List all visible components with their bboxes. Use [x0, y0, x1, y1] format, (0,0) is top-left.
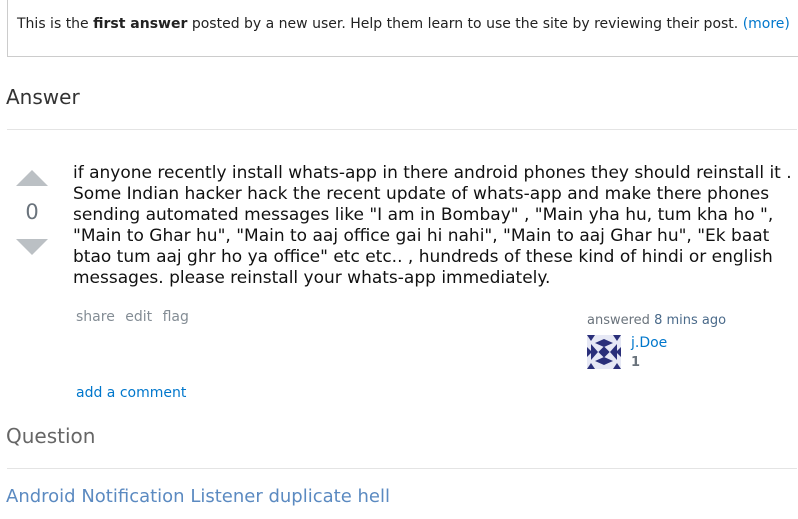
- more-link[interactable]: (more): [743, 16, 790, 32]
- add-comment-link[interactable]: add a comment: [76, 385, 186, 401]
- downvote-arrow-icon: [16, 239, 48, 255]
- notice-emphasis: first answer: [93, 16, 188, 32]
- notice-suffix: posted by a new user. Help them learn to…: [187, 16, 743, 32]
- review-notice: This is the first answer posted by a new…: [7, 0, 798, 57]
- user-name-link[interactable]: j.Doe: [631, 335, 667, 351]
- action-time[interactable]: 8 mins ago: [654, 313, 726, 328]
- vote-count: 0: [25, 200, 39, 224]
- answer-body: if anyone recently install whats-app in …: [73, 163, 792, 288]
- upvote-arrow-icon: [16, 170, 48, 186]
- question-title-link[interactable]: Android Notification Listener duplicate …: [6, 486, 390, 507]
- divider: [7, 129, 797, 130]
- share-link[interactable]: share: [76, 309, 115, 325]
- flag-link[interactable]: flag: [163, 309, 189, 325]
- identicon-avatar-icon: [587, 335, 621, 369]
- user-avatar[interactable]: [587, 335, 621, 369]
- answer-section-title: Answer: [6, 85, 80, 109]
- divider: [7, 468, 797, 469]
- review-notice-text: This is the first answer posted by a new…: [17, 16, 790, 32]
- user-action-time: answered 8 mins ago: [587, 313, 726, 328]
- upvote-button[interactable]: [15, 166, 49, 188]
- question-section-title: Question: [6, 424, 96, 448]
- user-reputation: 1: [631, 355, 641, 370]
- notice-prefix: This is the: [17, 16, 94, 32]
- action-verb: answered: [587, 313, 650, 328]
- edit-link[interactable]: edit: [125, 309, 152, 325]
- downvote-button[interactable]: [15, 237, 49, 259]
- post-menu: share edit flag: [76, 309, 195, 325]
